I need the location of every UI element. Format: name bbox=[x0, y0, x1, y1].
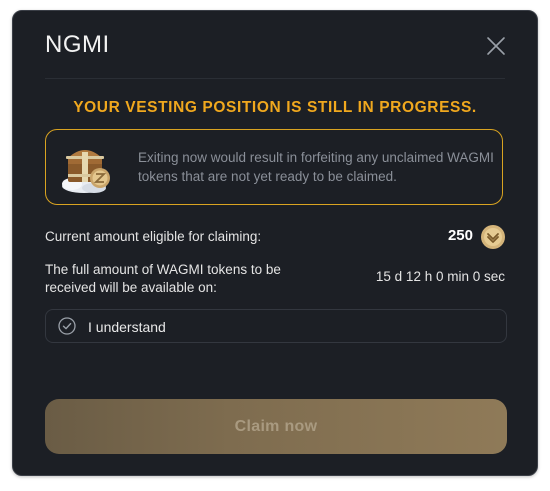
eligible-row: Current amount eligible for claiming: 25… bbox=[45, 225, 505, 249]
eligible-amount: 250 bbox=[447, 227, 473, 244]
claim-now-button[interactable]: Claim now bbox=[45, 399, 507, 454]
modal-header: NGMI bbox=[13, 11, 537, 79]
understand-label: I understand bbox=[88, 319, 166, 335]
understand-checkbox[interactable]: I understand bbox=[45, 309, 507, 343]
header-divider bbox=[45, 78, 505, 79]
check-circle-icon bbox=[58, 317, 76, 335]
close-icon[interactable] bbox=[485, 35, 507, 57]
full-amount-label: The full amount of WAGMI tokens to be re… bbox=[45, 262, 281, 295]
wagmi-token-icon bbox=[481, 225, 505, 249]
full-amount-row: The full amount of WAGMI tokens to be re… bbox=[45, 261, 505, 301]
warning-title: YOUR VESTING POSITION IS STILL IN PROGRE… bbox=[73, 99, 477, 116]
vesting-countdown: 15 d 12 h 0 min 0 sec bbox=[375, 269, 505, 284]
vesting-exit-modal: NGMI YOUR VESTING POSITION IS STILL IN P… bbox=[12, 10, 538, 476]
eligible-label: Current amount eligible for claiming: bbox=[45, 229, 262, 244]
warning-notice: Exiting now would result in forfeiting a… bbox=[45, 129, 503, 205]
treasure-chest-icon bbox=[62, 150, 110, 193]
modal-title: NGMI bbox=[45, 31, 110, 58]
warning-message: Exiting now would result in forfeiting a… bbox=[138, 150, 494, 184]
